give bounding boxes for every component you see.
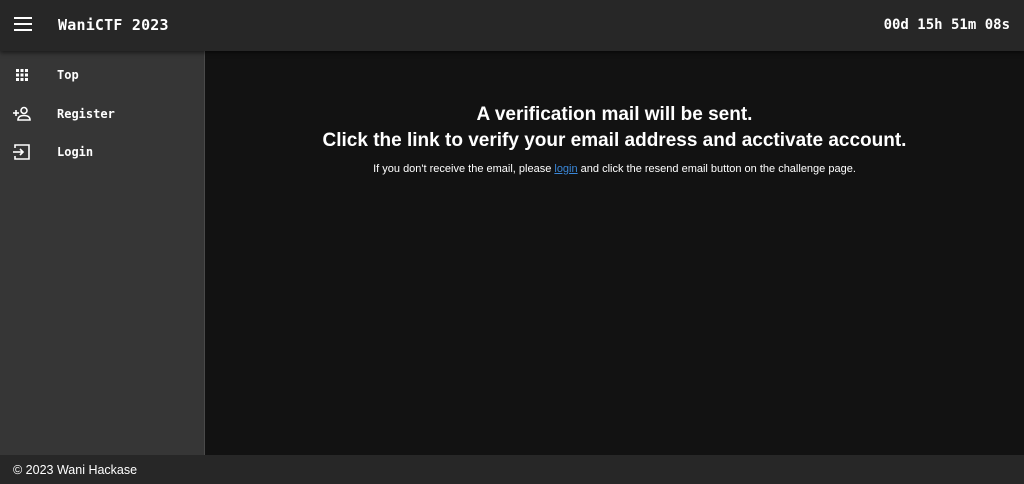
login-link[interactable]: login	[554, 163, 577, 175]
app-header: WaniCTF 2023 00d 15h 51m 08s	[0, 0, 1024, 51]
sidebar-item-label: Login	[57, 145, 94, 160]
heading-line-1: A verification mail will be sent.	[476, 104, 753, 125]
sidebar: Top Register Login	[0, 51, 205, 455]
main-content: A verification mail will be sent. Click …	[205, 51, 1024, 455]
menu-button[interactable]	[9, 11, 37, 39]
app-footer: © 2023 Wani Hackase	[0, 455, 1024, 484]
sidebar-item-top[interactable]: Top	[0, 56, 204, 95]
login-icon	[12, 142, 32, 162]
menu-icon	[14, 17, 32, 31]
person-add-icon	[12, 104, 32, 124]
copyright-text: © 2023 Wani Hackase	[13, 463, 138, 477]
verification-heading: A verification mail will be sent. Click …	[205, 51, 1024, 154]
sidebar-item-label: Register	[57, 106, 115, 121]
grid-icon	[12, 65, 32, 85]
countdown-timer: 00d 15h 51m 08s	[883, 17, 1010, 33]
app-title[interactable]: WaniCTF 2023	[58, 16, 169, 34]
note-text-after: and click the resend email button on the…	[577, 163, 856, 175]
resend-note: If you don't receive the email, please l…	[205, 161, 1024, 177]
heading-line-2: Click the link to verify your email addr…	[322, 130, 907, 151]
app-root: WaniCTF 2023 00d 15h 51m 08s Top Registe…	[0, 0, 1024, 484]
sidebar-item-login[interactable]: Login	[0, 133, 204, 172]
note-text-before: If you don't receive the email, please	[373, 163, 555, 175]
sidebar-item-register[interactable]: Register	[0, 95, 204, 134]
sidebar-item-label: Top	[57, 68, 79, 83]
